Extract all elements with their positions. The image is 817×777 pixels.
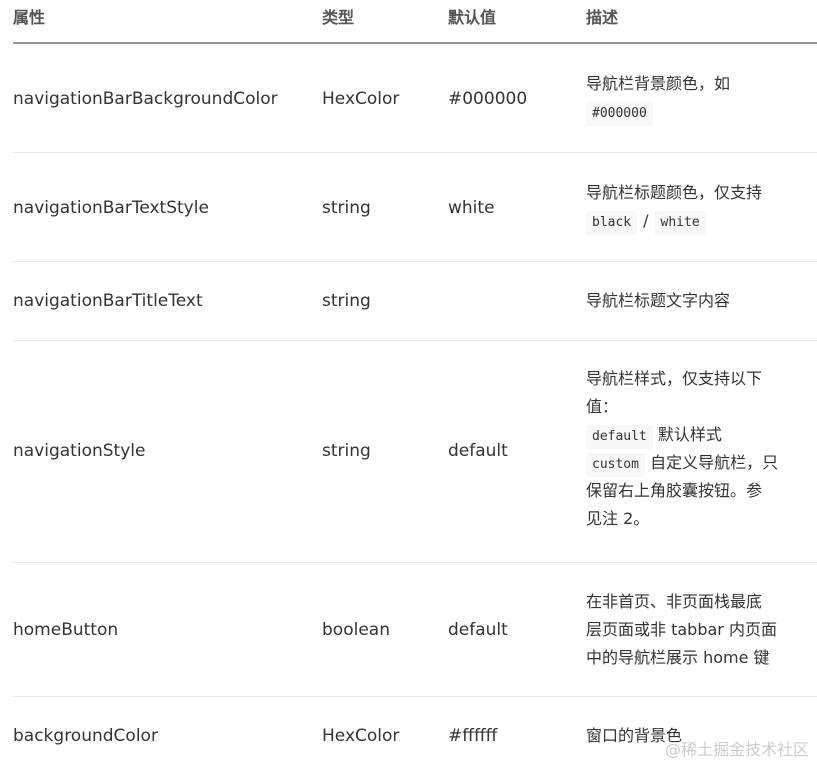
code-snippet: custom (586, 453, 645, 477)
property-description: 导航栏标题文字内容 (586, 287, 801, 315)
property-description: 导航栏样式，仅支持以下 值： default 默认样式 custom 自定义导航… (586, 365, 801, 533)
description-text: 导航栏背景颜色，如 (586, 74, 731, 93)
property-description: 在非首页、非页面栈最底 层页面或非 tabbar 内页面 中的导航栏展示 hom… (586, 588, 801, 672)
property-default: #000000 (448, 89, 528, 109)
description-text: 层页面或非 tabbar 内页面 (586, 620, 777, 639)
property-type: string (322, 291, 371, 311)
property-name: homeButton (13, 620, 119, 640)
description-text: 默认样式 (657, 425, 722, 444)
description-text: 在非首页、非页面栈最底 (586, 592, 763, 611)
description-text: 中的导航栏展示 home 键 (586, 648, 770, 667)
code-snippet: black (586, 211, 638, 235)
description-text: 见注 2。 (586, 509, 650, 528)
table-row: navigationBarTextStyle string white 导航栏标… (13, 153, 817, 262)
table-row: homeButton boolean default 在非首页、非页面栈最底 层… (13, 563, 817, 697)
property-name: navigationBarBackgroundColor (13, 89, 278, 109)
property-name: navigationBarTextStyle (13, 198, 209, 218)
table-row: navigationStyle string default 导航栏样式，仅支持… (13, 341, 817, 563)
property-default: white (448, 198, 495, 218)
property-type: boolean (322, 620, 390, 640)
property-type: HexColor (322, 726, 400, 746)
table-row: navigationBarBackgroundColor HexColor #0… (13, 44, 817, 153)
description-text: 导航栏样式，仅支持以下 (586, 369, 763, 388)
description-text: 导航栏标题颜色，仅支持 (586, 183, 763, 202)
code-snippet: white (654, 211, 706, 235)
properties-table: 属性 类型 默认值 描述 navigationBarBackgroundColo… (13, 0, 817, 777)
property-default: #ffffff (448, 726, 498, 746)
header-default: 默认值 (448, 8, 497, 27)
table-row: navigationBarTitleText string 导航栏标题文字内容 (13, 262, 817, 341)
property-type: HexColor (322, 89, 400, 109)
property-description: 导航栏标题颜色，仅支持 black / white (586, 179, 801, 235)
property-name: navigationBarTitleText (13, 291, 203, 311)
property-description: 导航栏背景颜色，如 #000000 (586, 70, 801, 126)
header-type: 类型 (322, 8, 355, 27)
property-type: string (322, 441, 371, 461)
header-description: 描述 (586, 8, 619, 27)
code-snippet: default (586, 425, 653, 449)
description-text: 值： (586, 397, 619, 416)
header-property: 属性 (13, 8, 46, 27)
property-default: default (448, 620, 508, 640)
watermark: @稀土掘金技术社区 (664, 740, 809, 759)
property-default: default (448, 441, 508, 461)
code-snippet: #000000 (586, 102, 653, 126)
property-name: backgroundColor (13, 726, 158, 746)
description-text: 导航栏标题文字内容 (586, 291, 731, 310)
separator: / (643, 211, 649, 230)
description-text: 自定义导航栏，只 (650, 453, 779, 472)
description-text: 保留右上角胶囊按钮。参 (586, 481, 763, 500)
property-name: navigationStyle (13, 441, 146, 461)
property-type: string (322, 198, 371, 218)
table-header: 属性 类型 默认值 描述 (13, 0, 817, 44)
